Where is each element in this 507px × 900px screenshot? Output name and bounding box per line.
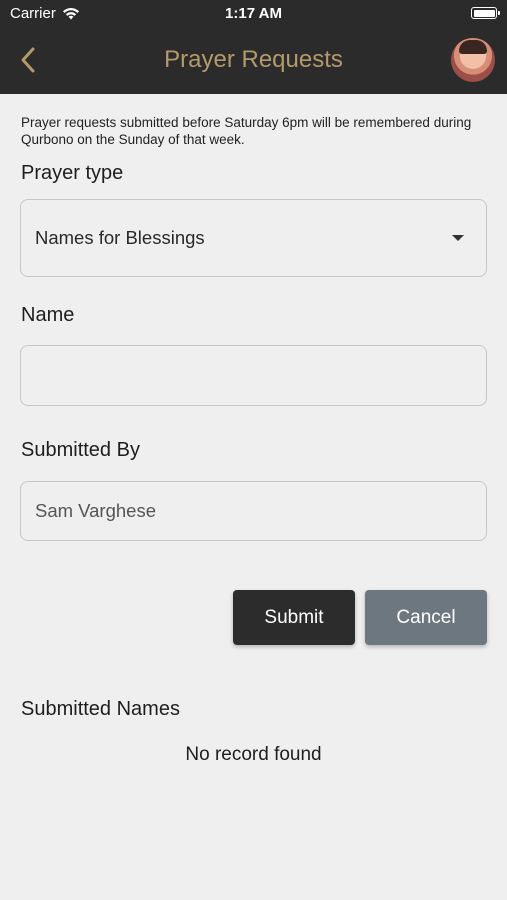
empty-state-text: No record found [185,744,322,765]
submitted-names-heading: Submitted Names [21,698,180,720]
battery-icon [471,7,500,19]
avatar[interactable] [451,38,495,82]
name-label: Name [21,304,75,326]
submitted-by-value: Sam Varghese [35,500,156,521]
cancel-button[interactable]: Cancel [365,590,487,645]
page-title: Prayer Requests [164,46,343,73]
name-input[interactable] [20,345,487,406]
prayer-type-value: Names for Blessings [35,227,205,248]
submitted-by-input[interactable]: Sam Varghese [20,481,487,541]
submission-notice: Prayer requests submitted before Saturda… [21,115,472,147]
prayer-type-label: Prayer type [21,162,124,184]
dropdown-caret-icon [452,235,464,241]
app-header: Carrier 1:17 AM Prayer Requests [0,0,507,94]
status-time: 1:17 AM [225,5,282,22]
submit-button[interactable]: Submit [233,590,355,645]
submitted-by-label: Submitted By [21,439,140,461]
prayer-type-select[interactable]: Names for Blessings [20,199,487,277]
